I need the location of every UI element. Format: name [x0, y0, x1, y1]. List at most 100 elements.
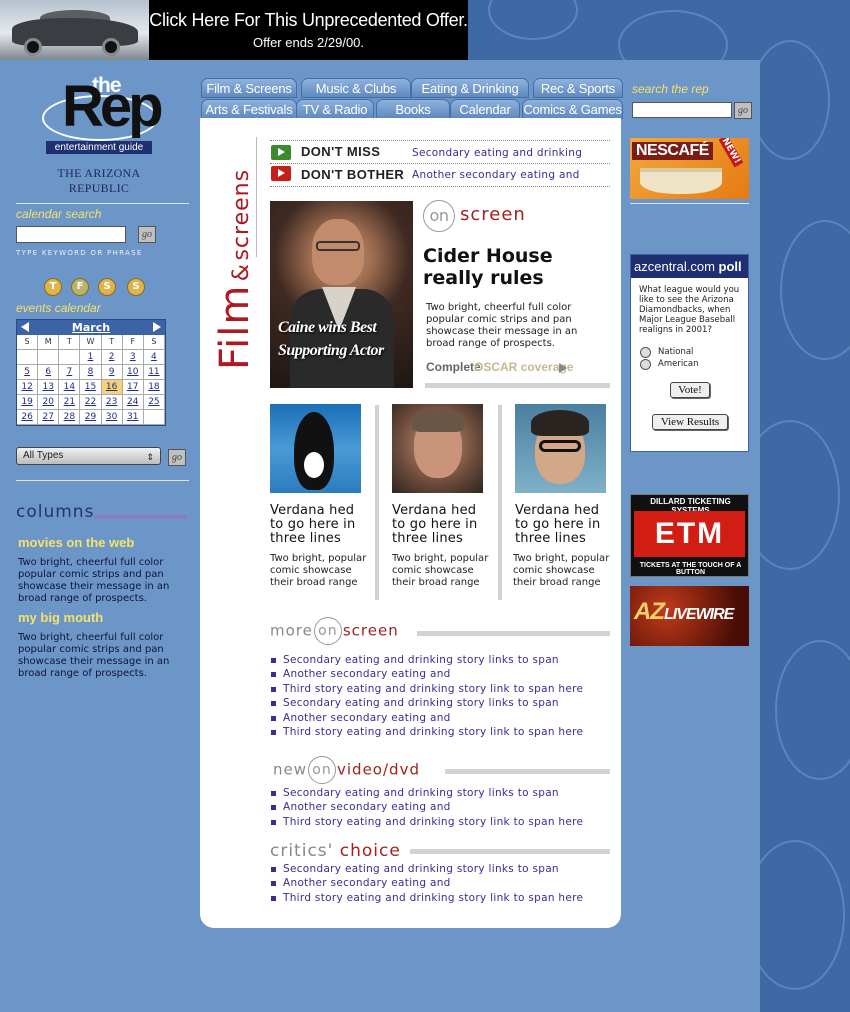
thumb-image-orca[interactable]: [270, 404, 361, 493]
tab-comics-games[interactable]: Comics & Games: [522, 99, 623, 119]
story-link[interactable]: Secondary eating and drinking story link…: [271, 862, 611, 876]
newspaper-name[interactable]: THE ARIZONA REPUBLIC: [32, 166, 166, 196]
site-search-input[interactable]: [632, 102, 732, 118]
thumb-headline[interactable]: Verdana hed to go here in three lines: [515, 504, 615, 546]
calendar-day[interactable]: 28: [59, 410, 81, 425]
thumb-image-portrait[interactable]: [392, 404, 483, 493]
tab-books[interactable]: Books: [376, 99, 450, 119]
story-link[interactable]: Third story eating and drinking story li…: [271, 815, 611, 829]
tab-film-screens[interactable]: Film & Screens: [201, 78, 297, 98]
banner-subline[interactable]: Offer ends 2/29/00.: [149, 35, 468, 50]
story-link[interactable]: Another secondary eating and: [271, 800, 611, 814]
tab-rec-sports[interactable]: Rec & Sports: [533, 78, 623, 98]
calendar-day[interactable]: 12: [17, 380, 39, 395]
arrow-right-icon[interactable]: [559, 363, 567, 373]
calendar-prev-arrow-icon[interactable]: [21, 322, 29, 332]
calendar-day[interactable]: 21: [59, 395, 81, 410]
day-shortcut-circle[interactable]: S: [127, 278, 145, 296]
calendar-day[interactable]: 23: [101, 395, 123, 410]
story-link[interactable]: Third story eating and drinking story li…: [271, 725, 611, 739]
tab-music-clubs[interactable]: Music & Clubs: [301, 78, 411, 98]
calendar-header: March: [17, 320, 165, 335]
calendar-day[interactable]: 4: [143, 350, 165, 365]
calendar-day[interactable]: 9: [101, 365, 123, 380]
calendar-search-input[interactable]: [16, 226, 126, 243]
thumb-headline[interactable]: Verdana hed to go here in three lines: [270, 504, 370, 546]
calendar-day[interactable]: 18: [143, 380, 165, 395]
calendar-day[interactable]: 14: [59, 380, 81, 395]
calendar-empty-cell: [17, 350, 39, 365]
tab-tv-radio[interactable]: TV & Radio: [296, 99, 374, 119]
tab-calendar[interactable]: Calendar: [450, 99, 520, 119]
story-link[interactable]: Another secondary eating and: [271, 876, 611, 890]
event-type-go-button[interactable]: go: [168, 449, 186, 466]
calendar-day[interactable]: 6: [38, 365, 60, 380]
calendar-empty-cell: [59, 350, 81, 365]
thumb-image-spy[interactable]: [515, 404, 606, 493]
calendar-day[interactable]: 16: [101, 380, 123, 395]
calendar-day[interactable]: 25: [143, 395, 165, 410]
nescafe-logo: NESCAFÉ: [632, 142, 713, 160]
calendar-next-arrow-icon[interactable]: [153, 322, 161, 332]
calendar-day[interactable]: 13: [38, 380, 60, 395]
etm-ad[interactable]: DILLARD TICKETING SYSTEMS ETM TICKETS AT…: [630, 494, 749, 577]
critics-choice-title: critics' choice: [270, 841, 401, 861]
poll-radio-american[interactable]: [640, 359, 651, 370]
complete-label[interactable]: Complete: [426, 360, 481, 374]
day-shortcut-circle[interactable]: F: [71, 278, 89, 296]
calendar-search-go-button[interactable]: go: [138, 226, 156, 243]
azlivewire-ad[interactable]: AZLIVEWIRE: [630, 586, 749, 646]
feature-photo-caption[interactable]: Caine wins Best Supporting Actor: [278, 316, 408, 362]
dont-bother-link[interactable]: Another secondary eating and: [412, 169, 580, 181]
calendar-day[interactable]: 31: [122, 410, 144, 425]
calendar-day[interactable]: 1: [80, 350, 102, 365]
car-image[interactable]: [0, 0, 149, 60]
story-link[interactable]: Secondary eating and drinking story link…: [271, 696, 611, 710]
calendar-day[interactable]: 24: [122, 395, 144, 410]
calendar-day[interactable]: 7: [59, 365, 81, 380]
calendar-day[interactable]: 19: [17, 395, 39, 410]
column-title-link[interactable]: movies on the web: [18, 535, 134, 550]
banner-headline[interactable]: Click Here For This Unprecedented Offer.: [149, 10, 468, 31]
site-search-label: search the rep: [632, 82, 709, 96]
calendar-day[interactable]: 30: [101, 410, 123, 425]
column-title-link[interactable]: my big mouth: [18, 610, 103, 625]
calendar-day[interactable]: 15: [80, 380, 102, 395]
calendar-month[interactable]: March: [72, 321, 110, 334]
calendar-day[interactable]: 2: [101, 350, 123, 365]
event-type-select[interactable]: All Types ⇕: [16, 447, 161, 465]
calendar-day[interactable]: 8: [80, 365, 102, 380]
story-link[interactable]: Secondary eating and drinking story link…: [271, 786, 611, 800]
day-shortcut-circle[interactable]: T: [44, 278, 62, 296]
calendar-dow: T: [101, 335, 123, 350]
day-shortcut-circle[interactable]: S: [98, 278, 116, 296]
calendar-day[interactable]: 20: [38, 395, 60, 410]
story-link[interactable]: Third story eating and drinking story li…: [271, 891, 611, 905]
logo-tagline[interactable]: entertainment guide: [46, 141, 152, 154]
tab-eating-drinking[interactable]: Eating & Drinking: [411, 78, 529, 98]
calendar-day[interactable]: 11: [143, 365, 165, 380]
calendar-day[interactable]: 17: [122, 380, 144, 395]
vote-button[interactable]: Vote!: [670, 382, 710, 398]
new-video-title: new on video/dvd: [273, 756, 420, 784]
dont-miss-link[interactable]: Secondary eating and drinking: [412, 147, 582, 159]
view-results-button[interactable]: View Results: [652, 414, 728, 430]
story-link[interactable]: Third story eating and drinking story li…: [271, 682, 611, 696]
calendar-day[interactable]: 27: [38, 410, 60, 425]
nescafe-ad[interactable]: NESCAFÉ NEW!: [630, 138, 749, 199]
thumb-headline[interactable]: Verdana hed to go here in three lines: [392, 504, 492, 546]
calendar-day[interactable]: 5: [17, 365, 39, 380]
story-link[interactable]: Secondary eating and drinking story link…: [271, 653, 611, 667]
site-search-go-button[interactable]: go: [734, 102, 752, 119]
calendar-day[interactable]: 29: [80, 410, 102, 425]
story-link[interactable]: Another secondary eating and: [271, 711, 611, 725]
calendar-day[interactable]: 26: [17, 410, 39, 425]
calendar-day[interactable]: 10: [122, 365, 144, 380]
story-link[interactable]: Another secondary eating and: [271, 667, 611, 681]
calendar-day[interactable]: 3: [122, 350, 144, 365]
tab-arts-festivals[interactable]: Arts & Festivals: [201, 99, 297, 119]
calendar-day[interactable]: 22: [80, 395, 102, 410]
feature-headline[interactable]: Cider House really rules: [423, 245, 613, 289]
logo-rep[interactable]: Rep: [62, 78, 164, 136]
poll-radio-national[interactable]: [640, 347, 651, 358]
